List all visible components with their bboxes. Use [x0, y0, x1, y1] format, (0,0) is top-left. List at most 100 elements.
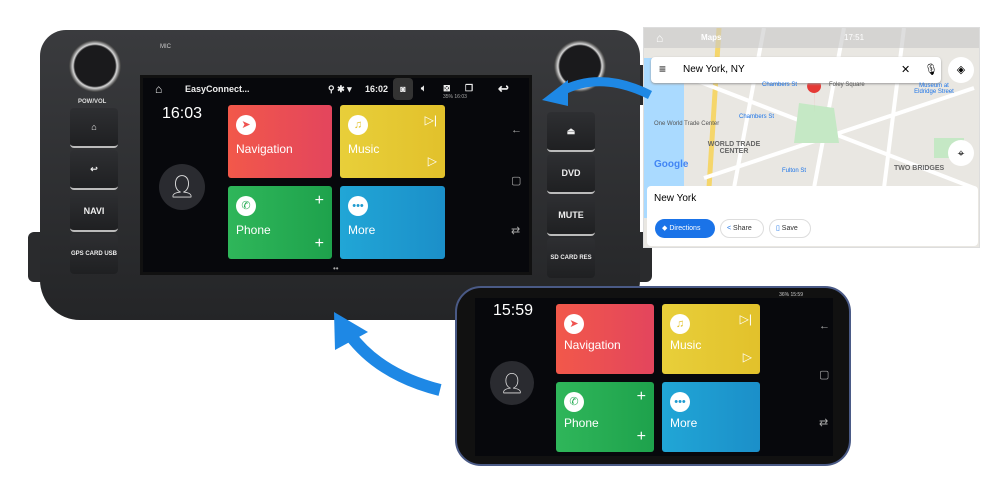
tile-label: Navigation	[236, 142, 293, 156]
dvd-button[interactable]: DVD	[547, 154, 595, 194]
map-label: Chambers St	[762, 82, 798, 88]
phone-screen: 36% 15:59 15:59 👤︎ ➤ Navigation ♫ Music ▷| ▷…	[475, 292, 833, 456]
gps-card-usb-button[interactable]: GPS CARD USB	[70, 234, 118, 274]
tile-label: Phone	[236, 223, 271, 237]
navigation-icon: ➤	[236, 115, 256, 135]
plus-icon[interactable]: +	[637, 428, 646, 446]
camera-icon[interactable]: ◙	[393, 78, 413, 100]
tile-label: More	[348, 223, 376, 237]
clear-icon[interactable]: ✕	[901, 63, 910, 76]
back-icon[interactable]: ↩	[498, 81, 509, 97]
switch-icon[interactable]: ⇄	[511, 224, 520, 237]
tile-music[interactable]: ♫ Music ▷| ▷	[662, 304, 760, 374]
google-logo: Google	[654, 159, 689, 170]
directions-button[interactable]: ◆ Directions	[655, 219, 715, 238]
navigation-icon: ➤	[564, 314, 584, 334]
eject-icon: ⏏	[566, 125, 576, 136]
back-arrow-icon[interactable]: ←	[819, 320, 830, 332]
square-icon[interactable]: ▢	[819, 368, 829, 381]
page-dots: ••	[333, 264, 339, 273]
phone-icon: ✆	[564, 392, 584, 412]
phone-status: 36% 15:59	[779, 292, 803, 298]
back-icon: ↩	[90, 163, 98, 174]
system-status: 35% 16:03	[443, 94, 467, 100]
volume-icon[interactable]: 🔈︎	[421, 83, 426, 94]
navi-button[interactable]: NAVI	[70, 192, 118, 232]
share-button[interactable]: < Share	[720, 219, 764, 238]
tile-label: Music	[670, 338, 702, 352]
plus-icon[interactable]: +	[315, 235, 324, 253]
switch-icon[interactable]: ⇄	[819, 416, 828, 429]
map-label: Chambers St	[739, 114, 775, 120]
map-label: Museum at Eldridge Street	[914, 83, 954, 95]
map-label: One World Trade Center	[654, 121, 720, 127]
status-time: 17:51	[844, 33, 865, 42]
smartphone: 36% 15:59 15:59 👤︎ ➤ Navigation ♫ Music ▷| ▷…	[455, 286, 851, 466]
map-label: WORLD TRADE CENTER	[707, 141, 761, 155]
tile-navigation[interactable]: ➤ Navigation	[228, 105, 332, 178]
map-label: Foley Square	[829, 82, 865, 88]
tile-label: Phone	[564, 416, 599, 430]
app-title: EasyConnect...	[185, 84, 250, 94]
search-bar[interactable]: ≡ New York, NY ✕ 🎙︎	[651, 57, 941, 83]
home-button[interactable]: ⌂	[70, 108, 118, 148]
plus-icon[interactable]: +	[315, 192, 324, 210]
more-icon: •••	[348, 196, 368, 216]
mic-label: MIC	[160, 44, 171, 50]
tile-phone[interactable]: ✆ Phone + +	[228, 186, 332, 259]
pow-vol-label: POW/VOL	[78, 99, 107, 105]
my-location-icon[interactable]: ⌖	[948, 140, 974, 166]
sd-card-res-button[interactable]: SD CARD RES	[547, 238, 595, 278]
play-icon[interactable]: ▷	[428, 154, 437, 168]
phone-icon: ✆	[236, 196, 256, 216]
play-next-icon[interactable]: ▷|	[425, 113, 437, 127]
square-icon[interactable]: ▢	[511, 174, 521, 187]
tile-more[interactable]: ••• More	[340, 186, 445, 259]
menu-icon[interactable]: ≡	[659, 62, 666, 76]
music-icon: ♫	[670, 314, 690, 334]
more-icon: •••	[670, 392, 690, 412]
back-arrow-icon[interactable]: ←	[511, 124, 522, 136]
maps-screenshot: ⌂ Maps 17:51 ≡ New York, NY ✕ 🎙︎ ◈ ⌖ Cha…	[643, 27, 980, 248]
user-avatar-icon[interactable]: 👤︎	[490, 361, 534, 405]
tile-phone[interactable]: ✆ Phone + +	[556, 382, 654, 452]
tile-navigation[interactable]: ➤ Navigation	[556, 304, 654, 374]
home-icon[interactable]: ⌂	[656, 31, 663, 45]
recents-icon[interactable]: ❐	[465, 83, 473, 94]
volume-knob[interactable]	[69, 40, 121, 92]
tile-label: More	[670, 416, 698, 430]
tile-more[interactable]: ••• More	[662, 382, 760, 452]
map-label: Fulton St	[782, 168, 807, 174]
plus-icon[interactable]: +	[637, 388, 646, 406]
mute-button[interactable]: MUTE	[547, 196, 595, 236]
head-unit-screen: ⌂ EasyConnect... ⚲ ✱ ▾ 16:02 ◙ 🔈︎ ⊠ ❐ ↩ …	[140, 75, 532, 275]
play-icon[interactable]: ▷	[743, 350, 752, 364]
search-input[interactable]: New York, NY	[683, 64, 745, 75]
back-button[interactable]: ↩	[70, 150, 118, 190]
directions-label: Directions	[669, 225, 701, 232]
music-icon: ♫	[348, 115, 368, 135]
map-label: TWO BRIDGES	[894, 165, 945, 172]
clock: 16:03	[162, 105, 203, 122]
save-button[interactable]: ▯ Save	[769, 219, 811, 238]
user-avatar-icon[interactable]: 👤︎	[159, 164, 205, 210]
maps-status-bar: ⌂ Maps 17:51	[644, 28, 979, 48]
home-icon[interactable]: ⌂	[155, 82, 162, 96]
close-app-icon[interactable]: ⊠	[443, 83, 451, 94]
status-title: Maps	[701, 33, 722, 42]
place-card: New York ◆ Directions < Share ▯ Save	[647, 186, 978, 246]
phone-clock: 15:59	[493, 302, 534, 319]
arrow-phone-to-screen-icon	[345, 331, 442, 396]
layers-icon[interactable]: ◈	[948, 57, 974, 83]
status-time: 16:02	[365, 84, 389, 94]
tile-music[interactable]: ♫ Music ▷| ▷	[340, 105, 445, 178]
eject-button[interactable]: ⏏	[547, 112, 595, 152]
tile-label: Navigation	[564, 338, 621, 352]
play-next-icon[interactable]: ▷|	[740, 312, 752, 326]
status-icons: ⚲ ✱ ▾	[328, 84, 352, 94]
right-button-column: ⏏ DVD MUTE SD CARD RES	[547, 112, 595, 282]
share-label: Share	[733, 225, 752, 232]
tune-knob[interactable]	[554, 40, 606, 92]
status-bar: ⌂ EasyConnect... ⚲ ✱ ▾ 16:02 ◙ 🔈︎ ⊠ ❐ ↩ …	[143, 78, 529, 100]
mic-icon[interactable]: 🎙︎	[924, 63, 938, 76]
